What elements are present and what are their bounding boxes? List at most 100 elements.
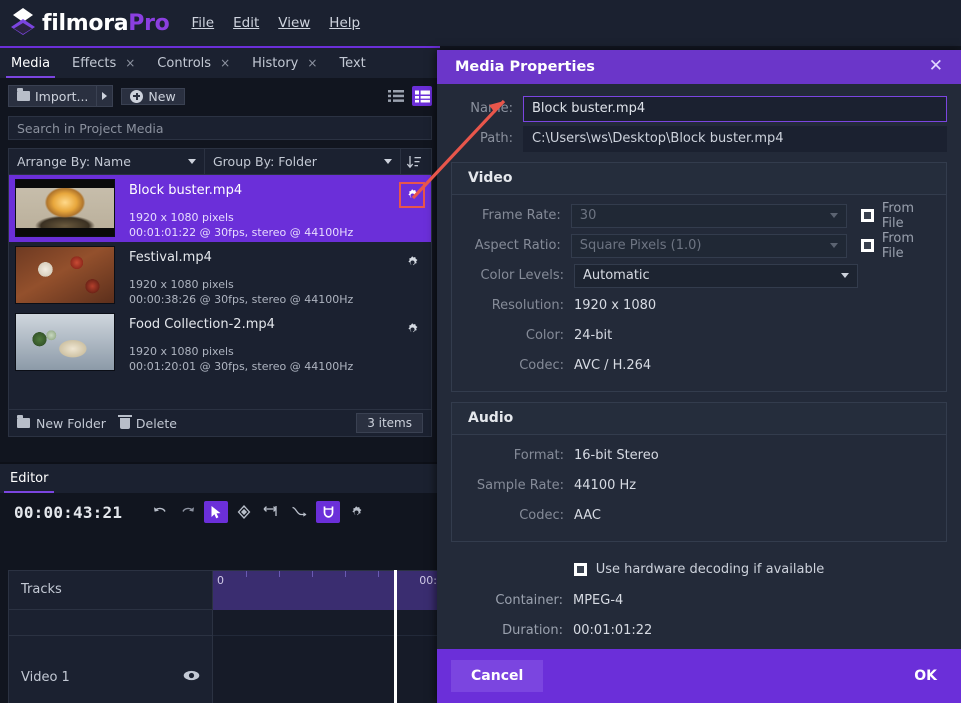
audio-section-body: Format: 16-bit Stereo Sample Rate: 44100… — [452, 434, 946, 541]
caret-right-icon — [102, 92, 108, 100]
tab-effects-close-icon[interactable]: × — [125, 56, 135, 70]
color-row: Color: 24-bit — [452, 324, 946, 348]
checkbox-icon — [573, 562, 587, 576]
duration-row: Duration: 00:01:01:22 — [451, 619, 947, 643]
tab-controls[interactable]: Controls × — [146, 48, 241, 78]
editor-timecode[interactable]: 00:00:43:21 — [14, 503, 122, 522]
aspect-ratio-select[interactable]: Square Pixels (1.0) — [570, 233, 848, 258]
magnet-snap-icon[interactable] — [316, 501, 341, 523]
media-meta: 1920 x 1080 pixels 00:01:01:22 @ 30fps, … — [129, 211, 353, 241]
grid-view-icon[interactable] — [412, 86, 432, 106]
dialog-title: Media Properties — [455, 58, 595, 75]
new-label: New — [148, 88, 176, 104]
tab-effects[interactable]: Effects × — [61, 48, 146, 78]
editor-tool-group — [148, 501, 368, 523]
media-list: Block buster.mp4 1920 x 1080 pixels 00:0… — [9, 175, 431, 409]
tab-effects-label: Effects — [72, 55, 117, 71]
media-details: 00:01:20:01 @ 30fps, stereo @ 44100Hz — [129, 359, 354, 373]
delete-button[interactable]: Delete — [117, 414, 177, 431]
chevron-down-icon — [384, 159, 392, 164]
editor-settings-icon[interactable] — [344, 501, 368, 523]
chevron-down-icon — [188, 159, 196, 164]
track-video1-lane[interactable] — [213, 636, 440, 703]
item-count-badge: 3 items — [356, 413, 423, 433]
list-view-icon[interactable] — [386, 86, 406, 106]
import-dropdown-button[interactable] — [97, 85, 114, 107]
menu-items: File Edit View Help — [192, 15, 361, 31]
select-arrow-icon[interactable] — [204, 501, 229, 523]
timeline-track-video1[interactable]: Video 1 — [8, 636, 440, 703]
media-settings-gear-icon[interactable] — [402, 319, 422, 339]
container-value: MPEG-4 — [573, 593, 624, 609]
menu-view[interactable]: View — [278, 15, 310, 31]
aspect-ratio-from-file-checkbox[interactable]: From File — [861, 231, 938, 261]
frame-rate-from-file-checkbox[interactable]: From File — [861, 201, 938, 231]
timeline-ruler[interactable]: 0 00: — [213, 570, 440, 610]
new-folder-button[interactable]: New Folder — [17, 415, 106, 431]
media-item-block-buster[interactable]: Block buster.mp4 1920 x 1080 pixels 00:0… — [9, 175, 431, 242]
name-input[interactable]: Block buster.mp4 — [523, 95, 947, 122]
import-button-group: Import... — [8, 85, 114, 107]
tab-editor[interactable]: Editor — [0, 464, 58, 493]
frame-rate-select[interactable]: 30 — [570, 203, 848, 228]
menu-help[interactable]: Help — [329, 15, 360, 31]
tab-controls-close-icon[interactable]: × — [220, 56, 230, 70]
menu-file[interactable]: File — [192, 15, 215, 31]
filmora-diamond-logo — [8, 6, 38, 40]
eye-icon[interactable] — [183, 670, 200, 685]
trim-icon[interactable] — [260, 501, 284, 523]
sort-row: Arrange By: Name Group By: Folder — [9, 149, 431, 175]
keyframe-icon[interactable] — [232, 501, 256, 523]
hardware-decoding-checkbox[interactable]: Use hardware decoding if available — [451, 562, 947, 577]
close-icon[interactable]: ✕ — [929, 58, 943, 75]
container-row: Container: MPEG-4 — [451, 589, 947, 613]
media-details: 00:01:01:22 @ 30fps, stereo @ 44100Hz — [129, 225, 354, 239]
tab-text[interactable]: Text — [328, 48, 376, 78]
media-item-festival[interactable]: Festival.mp4 1920 x 1080 pixels 00:00:38… — [9, 242, 431, 309]
media-settings-gear-icon[interactable] — [402, 252, 422, 272]
tab-history-close-icon[interactable]: × — [307, 56, 317, 70]
media-item-food-collection-2[interactable]: Food Collection-2.mp4 1920 x 1080 pixels… — [9, 309, 431, 376]
undo-icon[interactable] — [148, 501, 172, 523]
menu-edit[interactable]: Edit — [233, 15, 259, 31]
media-resolution: 1920 x 1080 pixels — [129, 278, 234, 291]
audio-format-label: Format: — [513, 448, 564, 464]
path-field: C:\Users\ws\Desktop\Block buster.mp4 — [523, 125, 947, 152]
path-value: C:\Users\ws\Desktop\Block buster.mp4 — [532, 131, 784, 147]
slip-icon[interactable] — [288, 501, 312, 523]
hardware-decoding-label: Use hardware decoding if available — [595, 561, 825, 577]
media-toolbar: Import... New — [0, 78, 440, 114]
media-name: Festival.mp4 — [129, 250, 212, 265]
sort-descending-icon[interactable] — [401, 155, 427, 169]
menu-bar: filmoraPro File Edit View Help — [0, 0, 961, 46]
folder-icon — [17, 88, 30, 101]
video-codec-value: AVC / H.264 — [574, 358, 652, 374]
new-button[interactable]: New — [121, 87, 185, 105]
resolution-value: 1920 x 1080 — [574, 298, 657, 314]
chevron-down-icon — [841, 273, 849, 279]
redo-icon[interactable] — [176, 501, 200, 523]
media-settings-gear-icon[interactable] — [399, 182, 425, 208]
color-levels-select[interactable]: Automatic — [574, 263, 858, 288]
tab-media[interactable]: Media — [0, 48, 61, 78]
plus-circle-icon — [130, 89, 144, 103]
color-value: 24-bit — [574, 328, 613, 344]
audio-section: Audio Format: 16-bit Stereo Sample Rate:… — [451, 401, 947, 542]
sample-rate-value: 44100 Hz — [574, 478, 637, 494]
tracks-header: Tracks — [8, 570, 213, 610]
ok-button[interactable]: OK — [904, 660, 947, 692]
cancel-button[interactable]: Cancel — [451, 659, 544, 692]
arrange-by-select[interactable]: Arrange By: Name — [9, 149, 205, 174]
track-video1-label: Video 1 — [21, 669, 70, 685]
aspect-ratio-label: Aspect Ratio: — [474, 238, 561, 254]
video-codec-label: Codec: — [519, 358, 564, 374]
media-properties-dialog: Media Properties ✕ Name: Block buster.mp… — [437, 50, 961, 703]
timeline-playhead[interactable] — [394, 570, 397, 703]
tab-history[interactable]: History × — [241, 48, 328, 78]
group-by-select[interactable]: Group By: Folder — [205, 149, 401, 174]
import-button[interactable]: Import... — [8, 85, 98, 107]
delete-label: Delete — [135, 415, 177, 431]
brand-first: filmora — [42, 10, 129, 36]
aspect-ratio-value: Square Pixels (1.0) — [579, 238, 702, 254]
search-input[interactable]: Search in Project Media — [8, 116, 432, 140]
